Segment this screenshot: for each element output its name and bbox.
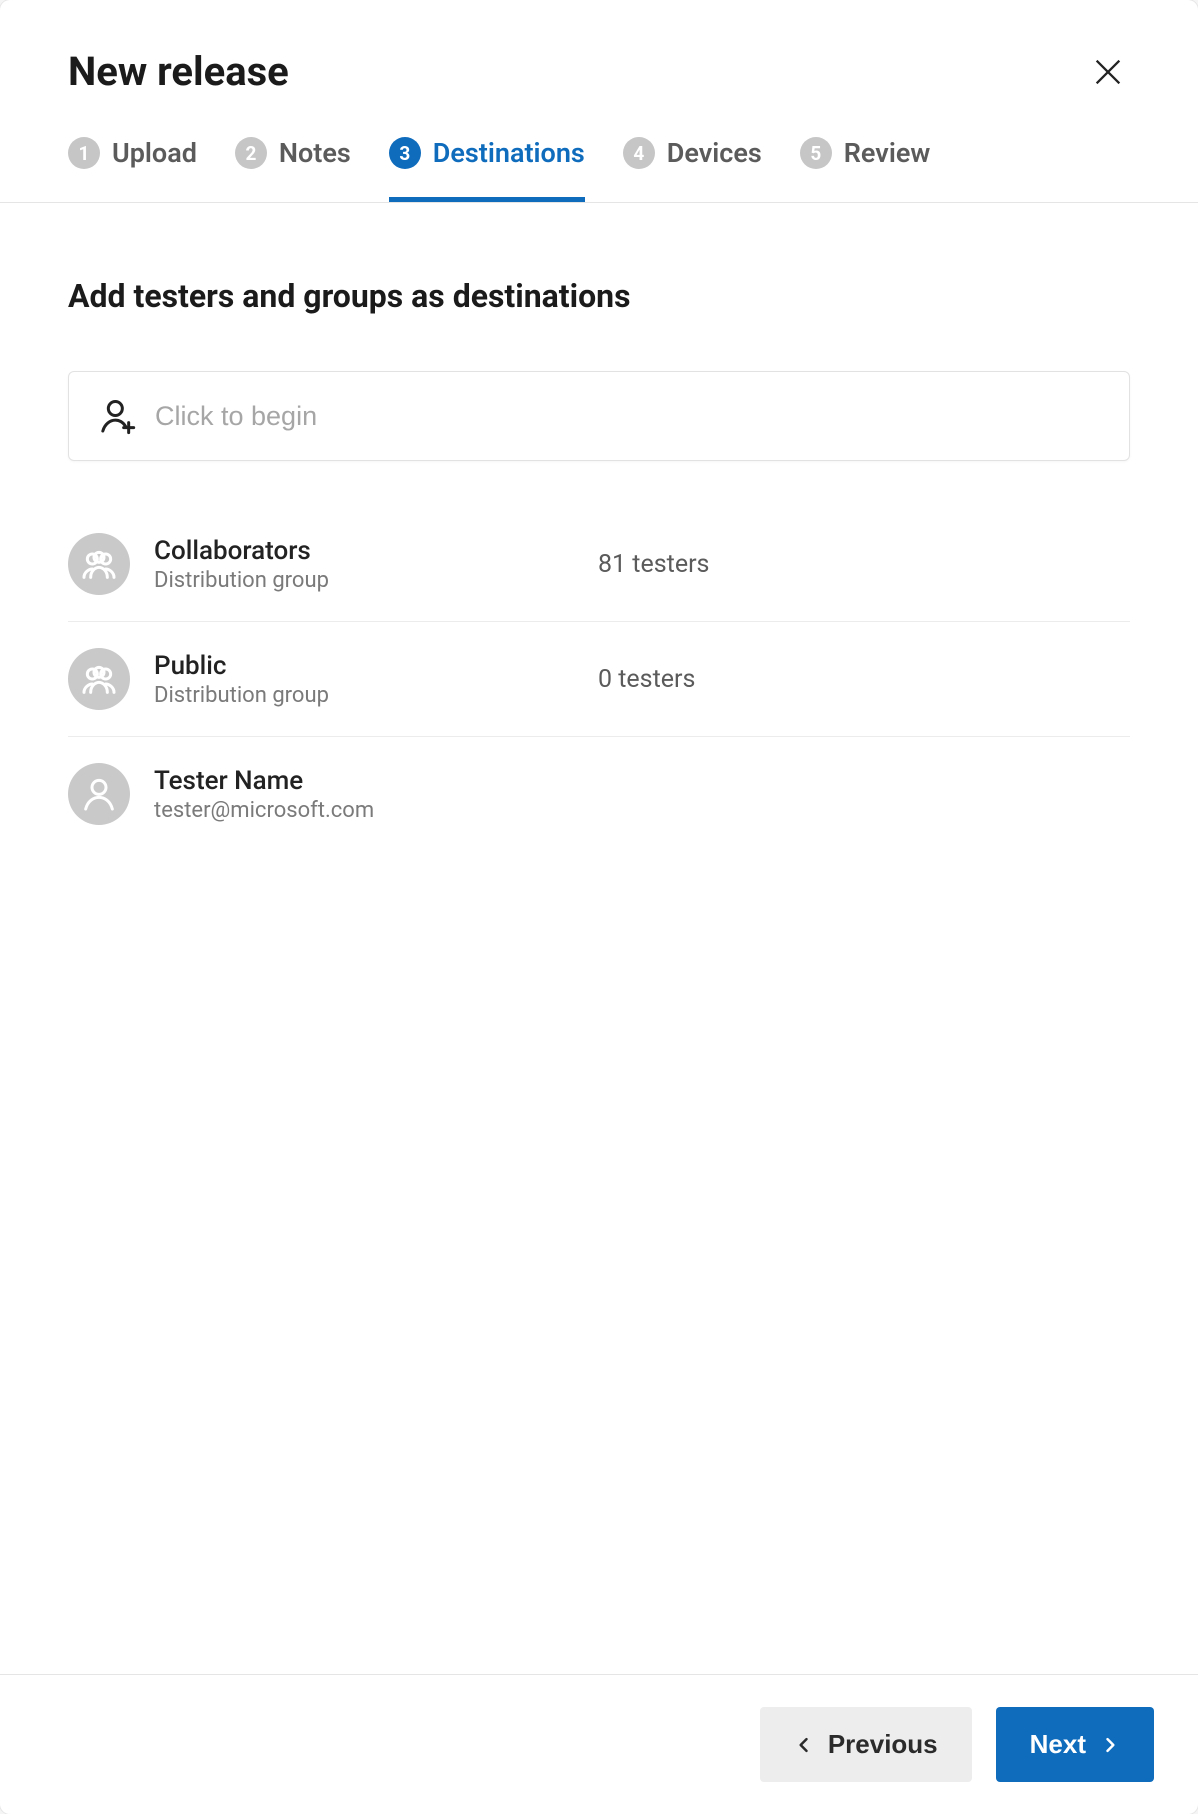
step-number: 5 (800, 137, 832, 169)
group-avatar (68, 533, 130, 595)
close-button[interactable] (1086, 50, 1130, 94)
next-button[interactable]: Next (996, 1707, 1154, 1782)
previous-button[interactable]: Previous (760, 1707, 972, 1782)
step-label: Notes (279, 137, 351, 169)
destination-subtitle: tester@microsoft.com (154, 798, 574, 823)
destination-text: Collaborators Distribution group (154, 536, 574, 593)
step-number: 3 (389, 137, 421, 169)
person-avatar (68, 763, 130, 825)
destination-name: Public (154, 651, 574, 681)
dialog-footer: Previous Next (0, 1674, 1198, 1814)
step-review[interactable]: 5 Review (800, 137, 931, 202)
dialog-header: New release 1 Upload 2 Notes 3 Destinati… (0, 0, 1198, 203)
title-row: New release (68, 48, 1130, 95)
dialog-title: New release (68, 48, 289, 95)
chevron-right-icon (1100, 1735, 1120, 1755)
person-icon (79, 774, 119, 814)
next-button-label: Next (1030, 1729, 1086, 1760)
close-icon (1091, 55, 1125, 89)
dialog-content: Add testers and groups as destinations (0, 203, 1198, 1674)
step-notes[interactable]: 2 Notes (235, 137, 351, 202)
new-release-dialog: New release 1 Upload 2 Notes 3 Destinati… (0, 0, 1198, 1814)
wizard-stepper: 1 Upload 2 Notes 3 Destinations 4 Device… (68, 137, 1130, 202)
step-number: 1 (68, 137, 100, 169)
destinations-list: Collaborators Distribution group 81 test… (68, 507, 1130, 851)
step-devices[interactable]: 4 Devices (623, 137, 762, 202)
destination-name: Collaborators (154, 536, 574, 566)
destination-group-public[interactable]: Public Distribution group 0 testers (68, 622, 1130, 737)
group-avatar (68, 648, 130, 710)
people-group-icon (79, 659, 119, 699)
destination-search-input[interactable] (155, 401, 1101, 432)
step-destinations[interactable]: 3 Destinations (389, 137, 585, 202)
step-label: Upload (112, 137, 197, 169)
step-label: Devices (667, 137, 762, 169)
previous-button-label: Previous (828, 1729, 938, 1760)
people-group-icon (79, 544, 119, 584)
step-number: 4 (623, 137, 655, 169)
destination-group-collaborators[interactable]: Collaborators Distribution group 81 test… (68, 507, 1130, 622)
destination-tester[interactable]: Tester Name tester@microsoft.com (68, 737, 1130, 851)
destination-text: Tester Name tester@microsoft.com (154, 766, 574, 823)
step-label: Review (844, 137, 931, 169)
person-add-icon (97, 396, 137, 436)
step-upload[interactable]: 1 Upload (68, 137, 197, 202)
section-title: Add testers and groups as destinations (68, 277, 1130, 315)
destination-count: 0 testers (598, 665, 695, 694)
destination-count: 81 testers (598, 550, 709, 579)
destination-subtitle: Distribution group (154, 683, 574, 708)
destination-name: Tester Name (154, 766, 574, 796)
destination-subtitle: Distribution group (154, 568, 574, 593)
destination-search-box[interactable] (68, 371, 1130, 461)
chevron-left-icon (794, 1735, 814, 1755)
step-label: Destinations (433, 137, 585, 169)
step-number: 2 (235, 137, 267, 169)
destination-text: Public Distribution group (154, 651, 574, 708)
